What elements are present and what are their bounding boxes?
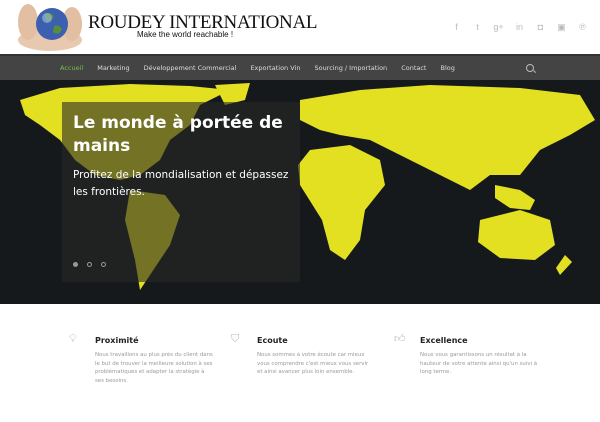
- hero-slider: Le monde à portée de mains Profitez de l…: [0, 80, 600, 304]
- nav-marketing[interactable]: Marketing: [97, 64, 129, 72]
- slide-title: Le monde à portée de mains: [73, 113, 283, 156]
- feature-text: Nous sommes à votre écoute car mieux vou…: [257, 352, 369, 376]
- brand-tagline: Make the world reachable !: [137, 30, 234, 39]
- feature-text: Nous travaillons au plus près du client …: [95, 352, 213, 384]
- site-header: ROUDEY INTERNATIONAL Make the world reac…: [0, 0, 600, 54]
- social-links: f t g+ in ◘ ▣ ℗: [451, 22, 588, 33]
- slide-dot-3[interactable]: [101, 262, 106, 267]
- shield-icon: ⛉: [231, 332, 240, 345]
- feature-title: Ecoute: [257, 336, 288, 345]
- feature-ecoute: ⛉ Ecoute Nous sommes à votre écoute car …: [231, 332, 394, 422]
- features-section: 💡︎ Proximité Nous travaillons au plus pr…: [0, 304, 600, 422]
- twitter-icon[interactable]: t: [472, 22, 483, 33]
- slide-subtitle: Profitez de la mondialisation et dépasse…: [73, 169, 289, 198]
- thumbs-up-icon: 👍︎: [394, 332, 406, 345]
- slider-pagination: [73, 262, 106, 267]
- youtube-icon[interactable]: ▣: [556, 22, 567, 33]
- linkedin-icon[interactable]: in: [514, 22, 525, 33]
- search-icon[interactable]: [526, 64, 534, 72]
- pinterest-icon[interactable]: ℗: [577, 22, 588, 33]
- google-plus-icon[interactable]: g+: [493, 22, 504, 33]
- feature-excellence: 👍︎ Excellence Nous vous garantissons un …: [394, 332, 564, 422]
- facebook-icon[interactable]: f: [451, 22, 462, 33]
- instagram-icon[interactable]: ◘: [535, 22, 546, 33]
- nav-developpement-commercial[interactable]: Développement Commercial: [144, 64, 237, 72]
- feature-title: Proximité: [95, 336, 139, 345]
- slide-dot-1[interactable]: [73, 262, 78, 267]
- nav-blog[interactable]: Blog: [440, 64, 454, 72]
- lightbulb-icon: 💡︎: [69, 332, 77, 345]
- nav-contact[interactable]: Contact: [401, 64, 426, 72]
- nav-accueil[interactable]: Accueil: [60, 64, 83, 72]
- slide-dot-2[interactable]: [87, 262, 92, 267]
- feature-proximite: 💡︎ Proximité Nous travaillons au plus pr…: [69, 332, 231, 422]
- feature-text: Nous vous garantissons un résultat à la …: [420, 352, 538, 376]
- nav-exportation-vin[interactable]: Exportation Vin: [250, 64, 300, 72]
- nav-sourcing-importation[interactable]: Sourcing / Importation: [314, 64, 387, 72]
- main-nav: Accueil Marketing Développement Commerci…: [0, 54, 600, 80]
- logo-hands-globe[interactable]: [14, 2, 86, 52]
- feature-title: Excellence: [420, 336, 468, 345]
- slide-caption: Le monde à portée de mains Profitez de l…: [62, 102, 300, 282]
